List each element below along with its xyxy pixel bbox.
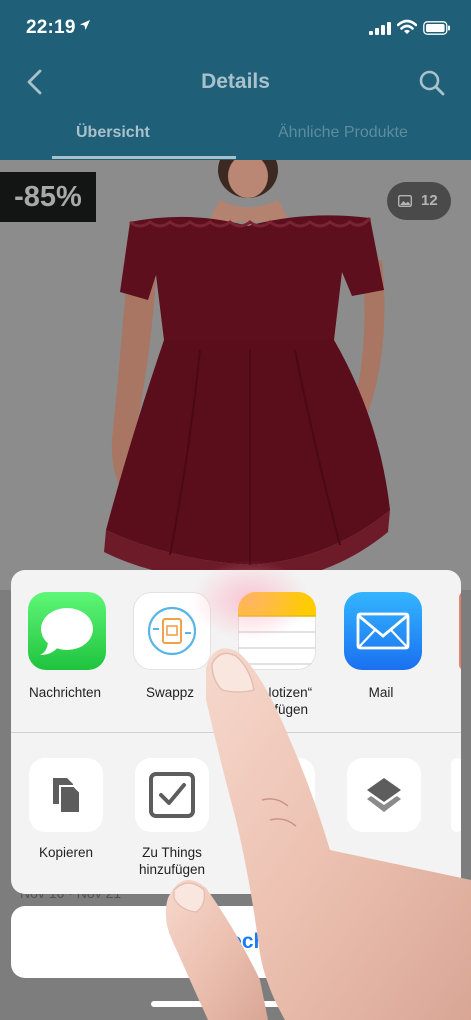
- action-save-to-files[interactable]: In Dateien sichern: [223, 733, 323, 894]
- wifi-icon: [397, 19, 417, 34]
- more-actions-peek[interactable]: [451, 758, 461, 832]
- discount-badge: -85%: [0, 172, 96, 222]
- action-label-files: In Dateien sichern: [217, 844, 339, 878]
- action-label-things: Zu Things hinzufügen: [111, 844, 233, 878]
- share-sheet: Nachrichten Swappz Zu „Notizen“ hinzufüg…: [11, 570, 461, 894]
- shortcuts-icon: [347, 758, 421, 832]
- image-count: 12: [421, 192, 438, 209]
- messages-icon: [28, 592, 106, 670]
- status-time: 22:19: [26, 17, 76, 38]
- folder-icon: [241, 758, 315, 832]
- location-arrow-icon: [80, 20, 90, 30]
- share-app-notes[interactable]: Zu „Notizen“ hinzufügen: [225, 570, 325, 732]
- more-apps-peek[interactable]: [459, 592, 461, 670]
- product-photo-dress: [104, 160, 390, 584]
- active-tab-indicator: [52, 156, 236, 159]
- action-label-files-line1: In Dateien: [247, 845, 309, 860]
- action-label-things-line1: Zu Things: [142, 845, 202, 860]
- app-label-mail: Mail: [368, 685, 394, 700]
- home-indicator: [151, 1001, 321, 1007]
- action-shortcuts[interactable]: [329, 733, 429, 894]
- share-app-messages[interactable]: Nachrichten: [15, 570, 115, 732]
- notes-icon: [238, 592, 316, 670]
- image-count-badge[interactable]: 12: [387, 182, 451, 220]
- action-label-things-line2: hinzufügen: [138, 862, 206, 877]
- mail-icon: [344, 592, 422, 670]
- image-icon: [398, 195, 412, 207]
- swappz-icon: [133, 592, 211, 670]
- page-title: Details: [201, 70, 270, 93]
- navigation-bar: Details Übersicht Ähnliche Produkte: [0, 58, 471, 160]
- tab-similar-products[interactable]: Ähnliche Produkte: [278, 124, 408, 142]
- cancel-button-label: Abbrechen: [181, 930, 291, 953]
- action-label-copy: Kopieren: [38, 845, 94, 860]
- app-label-messages: Nachrichten: [28, 685, 102, 700]
- cellular-signal-icon: [369, 22, 391, 35]
- share-actions-row[interactable]: Kopieren Zu Things hinzufügen In Dateien…: [11, 733, 461, 894]
- share-app-swappz[interactable]: Swappz: [120, 570, 220, 732]
- product-image-gallery[interactable]: -85% 12: [0, 160, 471, 590]
- status-bar: 22:19: [0, 0, 471, 58]
- tab-overview[interactable]: Übersicht: [76, 124, 150, 142]
- copy-icon: [29, 758, 103, 832]
- app-label-swappz: Swappz: [145, 685, 195, 700]
- app-label-notes: Zu „Notizen“ hinzufügen: [219, 684, 331, 718]
- battery-icon: [423, 21, 450, 35]
- share-app-mail[interactable]: Mail: [331, 570, 431, 732]
- cancel-button[interactable]: Abbrechen: [11, 906, 461, 978]
- action-label-files-line2: sichern: [256, 862, 300, 877]
- action-add-to-things[interactable]: Zu Things hinzufügen: [117, 733, 217, 894]
- app-screen: 22:19 Details Übersicht Ähnliche Produkt…: [0, 0, 471, 1020]
- app-label-notes-line1: Zu „Notizen“: [237, 685, 313, 700]
- action-copy[interactable]: Kopieren: [11, 733, 111, 894]
- search-icon[interactable]: [418, 69, 446, 97]
- app-label-notes-line2: hinzufügen: [241, 702, 309, 717]
- things-checkbox-icon: [135, 758, 209, 832]
- share-apps-row[interactable]: Nachrichten Swappz Zu „Notizen“ hinzufüg…: [11, 570, 461, 732]
